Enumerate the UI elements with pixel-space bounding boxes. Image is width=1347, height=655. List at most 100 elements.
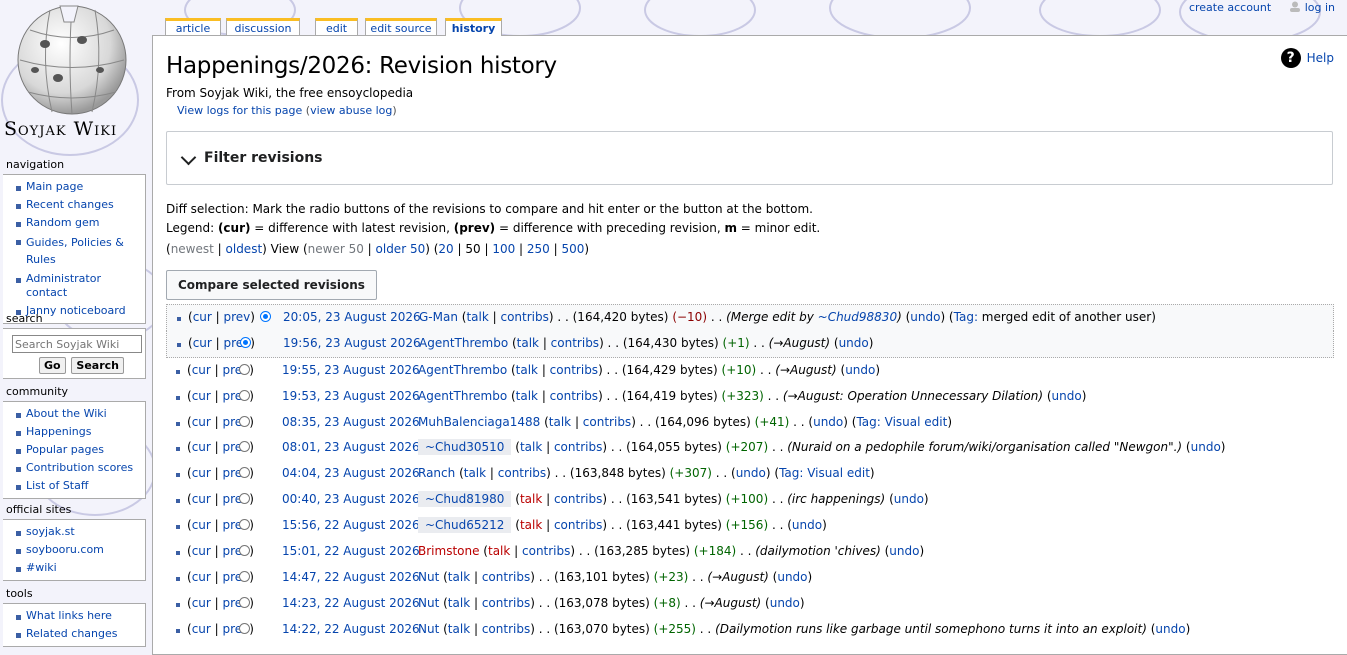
user-link[interactable]: Brimstone [418,544,479,558]
undo-link[interactable]: undo [1155,622,1185,636]
limit-250[interactable]: 250 [527,242,550,256]
log-in-link[interactable]: log in [1289,1,1335,14]
revision-date-link[interactable]: 15:56, 22 August 2026 [282,518,420,532]
help-link[interactable]: ? Help [1280,48,1334,68]
talk-link[interactable]: talk [520,492,542,506]
search-button[interactable]: Search [71,357,125,374]
revision-date-link[interactable]: 19:56, 23 August 2026 [283,336,421,350]
undo-link[interactable]: undo [839,336,869,350]
contribs-link[interactable]: contribs [500,310,548,324]
undo-link[interactable]: undo [777,570,807,584]
nav-guides-policies[interactable]: Guides, Policies & Rules [15,232,145,270]
create-account-link[interactable]: create account [1189,1,1271,14]
site-logo[interactable]: Soyjak Wiki [0,0,150,150]
limit-100[interactable]: 100 [492,242,515,256]
user-link[interactable]: Ranch [418,466,455,480]
talk-link[interactable]: talk [520,518,542,532]
cur-link[interactable]: cur [192,544,211,558]
user-link[interactable]: Nut [418,570,439,584]
cur-link[interactable]: cur [192,596,211,610]
undo-link[interactable]: undo [813,415,843,429]
revision-date-link[interactable]: 00:40, 23 August 2026 [282,492,420,506]
tag-link[interactable]: Visual edit [885,415,948,429]
talk-link[interactable]: talk [488,544,510,558]
cur-link[interactable]: cur [192,363,211,377]
revision-date-link[interactable]: 14:22, 22 August 2026 [282,622,420,636]
contribs-link[interactable]: contribs [554,440,602,454]
diff-radio-new[interactable] [239,622,250,634]
contribs-link[interactable]: contribs [482,570,530,584]
tab-history[interactable]: history [445,18,502,36]
diff-radio-new[interactable] [239,545,250,557]
diff-radio-new[interactable] [239,415,250,427]
talk-link[interactable]: talk [448,622,470,636]
edit-summary-link[interactable]: ~Chud98830 [818,310,897,324]
talk-link[interactable]: talk [466,310,488,324]
nav-administrator-contact[interactable]: Administrator contact [15,270,145,302]
cur-link[interactable]: cur [192,518,211,532]
talk-link[interactable]: talk [517,336,539,350]
contribs-link[interactable]: contribs [550,389,598,403]
undo-link[interactable]: undo [894,492,924,506]
tag-label[interactable]: Tag: [779,466,807,480]
user-link[interactable]: ~Chud65212 [418,517,512,534]
undo-link[interactable]: undo [845,363,875,377]
search-input[interactable] [12,335,142,353]
tab-discussion[interactable]: discussion [226,18,300,35]
tools-related-changes[interactable]: Related changes [15,625,145,643]
revision-date-link[interactable]: 15:01, 22 August 2026 [282,544,420,558]
filter-revisions-panel[interactable]: Filter revisions [166,131,1333,185]
diff-radio-new[interactable] [239,596,250,608]
cur-link[interactable]: cur [192,389,211,403]
revision-date-link[interactable]: 14:47, 22 August 2026 [282,570,420,584]
limit-500[interactable]: 500 [561,242,584,256]
diff-radio-new[interactable] [240,336,251,348]
diff-radio-new[interactable] [239,570,250,582]
user-link[interactable]: ~Chud81980 [418,491,512,508]
undo-link[interactable]: undo [1191,440,1221,454]
contribs-link[interactable]: contribs [554,518,602,532]
nav-random-gem[interactable]: Random gem [15,214,145,232]
compare-revisions-button[interactable]: Compare selected revisions [166,270,377,300]
contribs-link[interactable]: contribs [482,622,530,636]
diff-radio-new[interactable] [239,519,250,531]
user-link[interactable]: AgentThrembo [418,363,507,377]
tag-link[interactable]: Visual edit [807,466,870,480]
diff-radio-new[interactable] [239,389,250,401]
talk-link[interactable]: talk [516,389,538,403]
tools-what-links-here[interactable]: What links here [15,607,145,625]
view-logs-link[interactable]: View logs for this page [177,104,302,117]
cur-link[interactable]: cur [192,466,211,480]
diff-radio-new[interactable] [239,441,250,453]
diff-radio-new[interactable] [239,493,250,505]
contribs-link[interactable]: contribs [522,544,570,558]
contribs-link[interactable]: contribs [550,363,598,377]
revision-date-link[interactable]: 20:05, 23 August 2026 [283,310,421,324]
community-contribution-scores[interactable]: Contribution scores [15,459,145,477]
undo-link[interactable]: undo [1052,389,1082,403]
site-soybooru[interactable]: soybooru.com [15,541,145,559]
revision-date-link[interactable]: 19:53, 23 August 2026 [282,389,420,403]
contribs-link[interactable]: contribs [583,415,631,429]
talk-link[interactable]: talk [464,466,486,480]
contribs-link[interactable]: contribs [554,492,602,506]
undo-link[interactable]: undo [910,310,940,324]
tag-label[interactable]: Tag: [856,415,884,429]
cur-link[interactable]: cur [193,336,212,350]
talk-link[interactable]: talk [448,570,470,584]
user-link[interactable]: G-Man [419,310,458,324]
revision-date-link[interactable]: 04:04, 23 August 2026 [282,466,420,480]
cur-link[interactable]: cur [192,570,211,584]
nav-older-50[interactable]: older 50 [376,242,426,256]
diff-radio-old[interactable] [260,311,271,322]
user-link[interactable]: AgentThrembo [419,336,508,350]
go-button[interactable]: Go [39,357,66,374]
tab-edit[interactable]: edit [315,18,358,35]
undo-link[interactable]: undo [889,544,919,558]
revision-date-link[interactable]: 14:23, 22 August 2026 [282,596,420,610]
undo-link[interactable]: undo [770,596,800,610]
nav-oldest[interactable]: oldest [226,242,263,256]
community-list-of-staff[interactable]: List of Staff [15,477,145,495]
cur-link[interactable]: cur [192,440,211,454]
talk-link[interactable]: talk [520,440,542,454]
